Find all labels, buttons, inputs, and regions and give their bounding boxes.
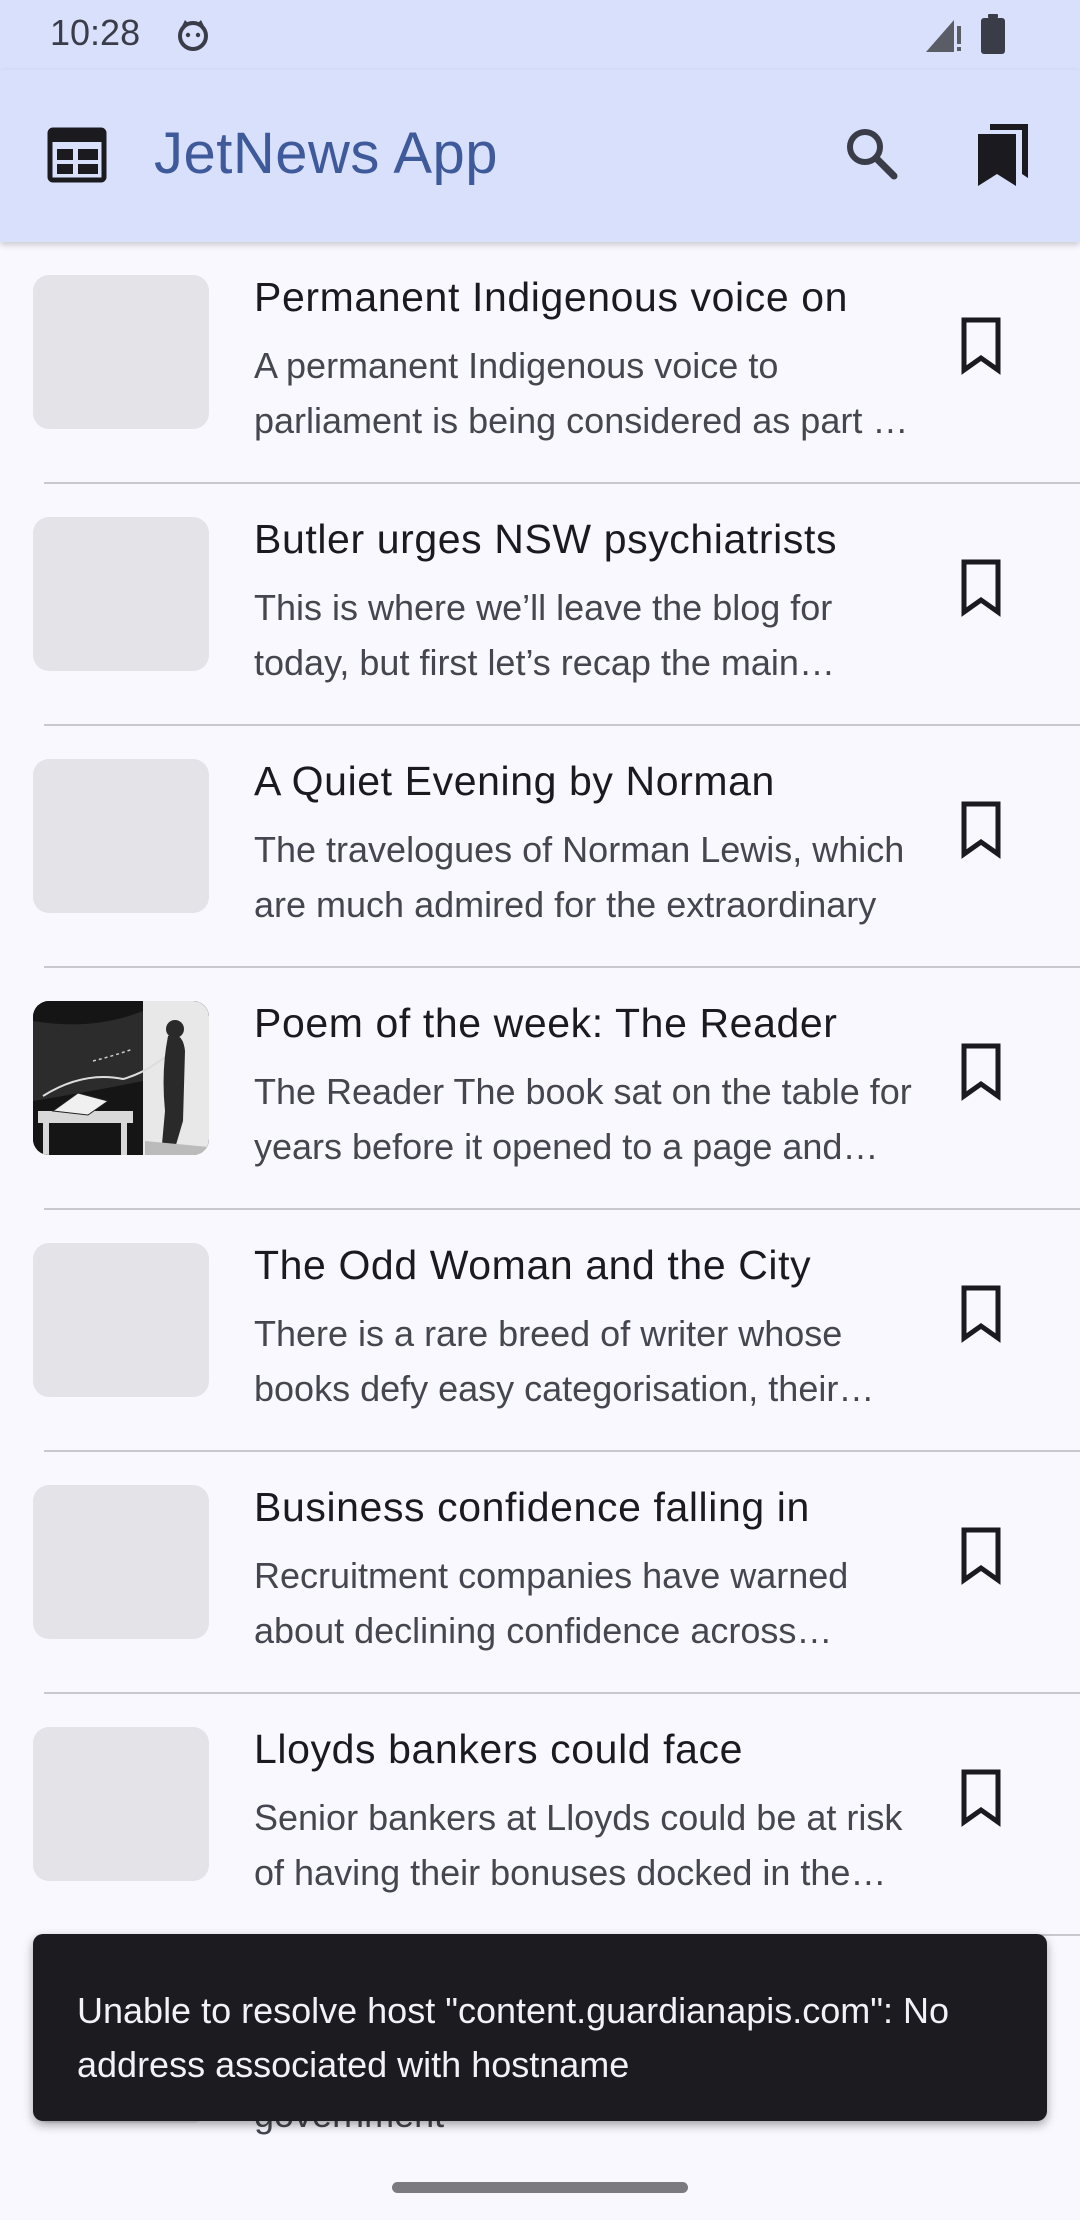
article-title: Business confidence falling in bbox=[254, 1484, 810, 1530]
article-summary: A permanent Indigenous voice to parliame… bbox=[254, 345, 903, 441]
article-summary: There is a rare breed of writer whose bo… bbox=[254, 1313, 843, 1409]
bookmark-outline-icon[interactable] bbox=[950, 798, 1012, 860]
bookmark-outline-icon[interactable] bbox=[950, 1040, 1012, 1102]
article-summary: The Reader The book sat on the table for… bbox=[254, 1071, 912, 1167]
bookmark-outline-icon[interactable] bbox=[950, 556, 1012, 618]
article-thumbnail bbox=[33, 1485, 209, 1639]
article-summary: The travelogues of Norman Lewis, which a… bbox=[254, 829, 905, 925]
article-row[interactable]: The Odd Woman and the City There is a ra… bbox=[0, 1210, 1080, 1452]
article-thumbnail bbox=[33, 1727, 209, 1881]
article-list[interactable]: Permanent Indigenous voice on A permanen… bbox=[0, 242, 1080, 2220]
notification-cat-icon bbox=[178, 20, 208, 51]
bookmark-outline-icon[interactable] bbox=[950, 1282, 1012, 1344]
article-summary: Senior bankers at Lloyds could be at ris… bbox=[254, 1797, 903, 1893]
article-title: Permanent Indigenous voice on bbox=[254, 274, 849, 320]
article-row[interactable]: Poem of the week: The Reader The Reader … bbox=[0, 968, 1080, 1210]
article-row[interactable]: Permanent Indigenous voice on A permanen… bbox=[0, 242, 1080, 484]
bookmarks-icon[interactable] bbox=[970, 118, 1036, 188]
article-illustration bbox=[33, 1001, 209, 1155]
article-thumbnail bbox=[33, 759, 209, 913]
article-row[interactable]: Butler urges NSW psychiatrists This is w… bbox=[0, 484, 1080, 726]
article-summary: This is where we’ll leave the blog for t… bbox=[254, 587, 833, 683]
search-icon[interactable] bbox=[838, 120, 904, 186]
error-snackbar: Unable to resolve host "content.guardian… bbox=[33, 1934, 1047, 2121]
article-title: Poem of the week: The Reader bbox=[254, 1000, 838, 1046]
home-indicator[interactable] bbox=[392, 2182, 688, 2193]
reader-illustration-image bbox=[33, 1001, 209, 1155]
article-row[interactable]: A Quiet Evening by Norman The travelogue… bbox=[0, 726, 1080, 968]
newspaper-icon[interactable] bbox=[44, 122, 110, 188]
article-title: A Quiet Evening by Norman bbox=[254, 758, 775, 804]
article-title: Lloyds bankers could face bbox=[254, 1726, 744, 1772]
battery-icon bbox=[981, 14, 1005, 54]
article-title: Butler urges NSW psychiatrists bbox=[254, 516, 838, 562]
article-title: The Odd Woman and the City bbox=[254, 1242, 812, 1288]
bookmark-outline-icon[interactable] bbox=[950, 314, 1012, 376]
article-thumbnail bbox=[33, 1243, 209, 1397]
article-thumbnail bbox=[33, 275, 209, 429]
app-title: JetNews App bbox=[154, 121, 499, 186]
status-time: 10:28 bbox=[50, 12, 141, 53]
signal-icon bbox=[926, 20, 961, 52]
article-summary: Recruitment companies have warned about … bbox=[254, 1555, 849, 1651]
top-app-bar: JetNews App bbox=[0, 70, 1080, 242]
article-row[interactable]: Lloyds bankers could face Senior bankers… bbox=[0, 1694, 1080, 1936]
status-bar: 10:28 bbox=[0, 0, 1080, 70]
snackbar-message: Unable to resolve host "content.guardian… bbox=[77, 1990, 950, 2085]
article-thumbnail bbox=[33, 517, 209, 671]
bookmark-outline-icon[interactable] bbox=[950, 1766, 1012, 1828]
article-row[interactable]: Business confidence falling in Recruitme… bbox=[0, 1452, 1080, 1694]
bookmark-outline-icon[interactable] bbox=[950, 1524, 1012, 1586]
